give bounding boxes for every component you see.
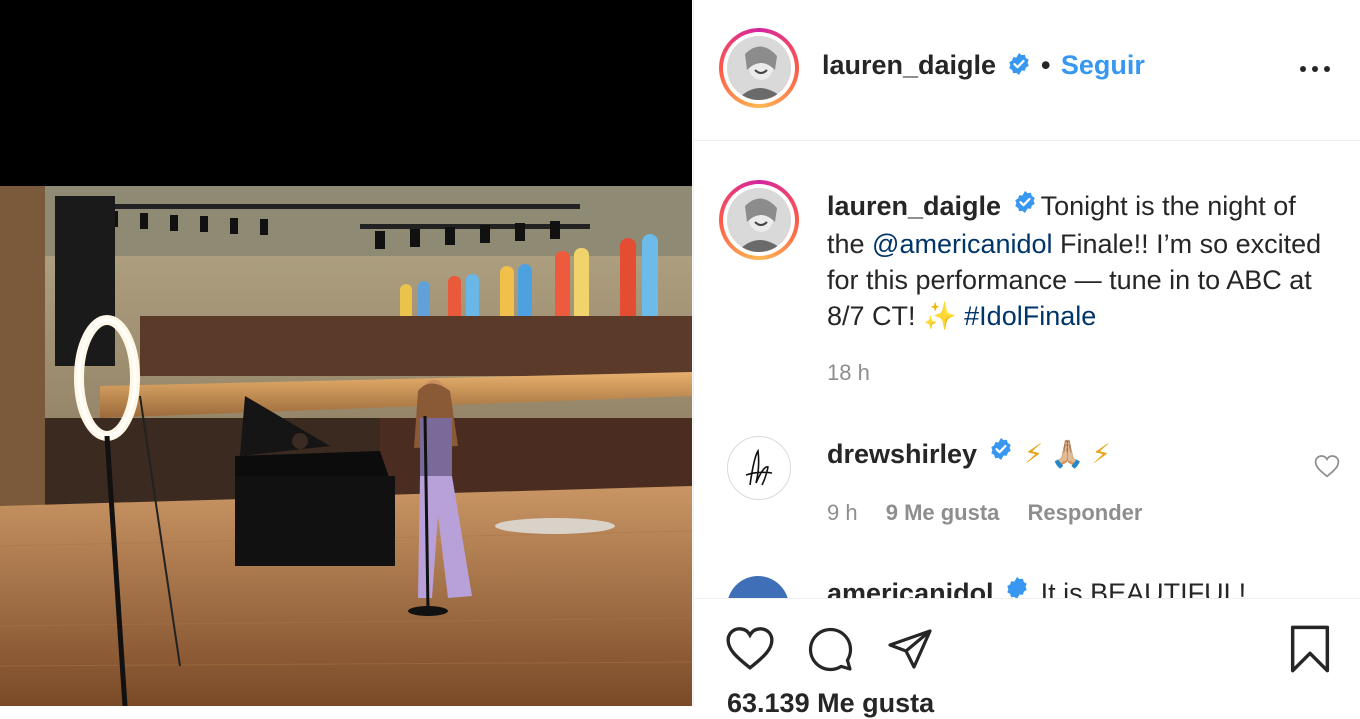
comment-icon[interactable]	[805, 625, 855, 673]
avatar-photo	[727, 36, 791, 100]
comment-likes[interactable]: 9 Me gusta	[886, 500, 1000, 525]
comment-item: drewshirley ⚡ 🙏🏼 ⚡	[827, 438, 1111, 471]
heart-icon[interactable]	[725, 625, 775, 671]
caption-hashtag-link[interactable]: #IdolFinale	[964, 301, 1096, 331]
author-avatar[interactable]	[719, 28, 799, 108]
post-photo	[0, 186, 692, 706]
post-media[interactable]	[0, 0, 692, 706]
avatar-photo	[727, 188, 791, 252]
signature-logo	[745, 448, 773, 486]
likes-count[interactable]: 63.139 Me gusta	[727, 688, 934, 719]
post-caption: lauren_daigle Tonight is the night of th…	[827, 188, 1337, 334]
reply-button[interactable]: Responder	[1028, 500, 1143, 525]
comment-username[interactable]: drewshirley	[827, 439, 977, 469]
post-time[interactable]: 18 h	[827, 360, 870, 386]
caption-username[interactable]: lauren_daigle	[827, 191, 1001, 221]
more-options-icon[interactable]	[1298, 62, 1332, 76]
caption-author-avatar[interactable]	[719, 180, 799, 260]
commenter-avatar[interactable]	[727, 436, 791, 500]
comment-text: ⚡ 🙏🏼 ⚡	[1024, 439, 1111, 469]
comment-meta: 9 h 9 Me gusta Responder	[827, 500, 1164, 526]
verified-badge-icon	[1007, 52, 1031, 81]
comment-like-icon[interactable]	[1314, 454, 1340, 478]
header-separator: •	[1040, 50, 1051, 80]
author-username[interactable]: lauren_daigle	[822, 50, 996, 80]
follow-button[interactable]: Seguir	[1061, 50, 1145, 80]
share-icon[interactable]	[885, 627, 935, 671]
bookmark-icon[interactable]	[1288, 623, 1332, 675]
verified-badge-icon	[989, 437, 1013, 468]
verified-badge-icon	[1013, 187, 1037, 223]
comment-time[interactable]: 9 h	[827, 500, 858, 525]
caption-mention-link[interactable]: @americanidol	[872, 229, 1052, 259]
post-detail-panel: lauren_daigle • Seguir lauren_daigle Ton…	[693, 0, 1360, 718]
post-header: lauren_daigle • Seguir	[694, 0, 1360, 141]
